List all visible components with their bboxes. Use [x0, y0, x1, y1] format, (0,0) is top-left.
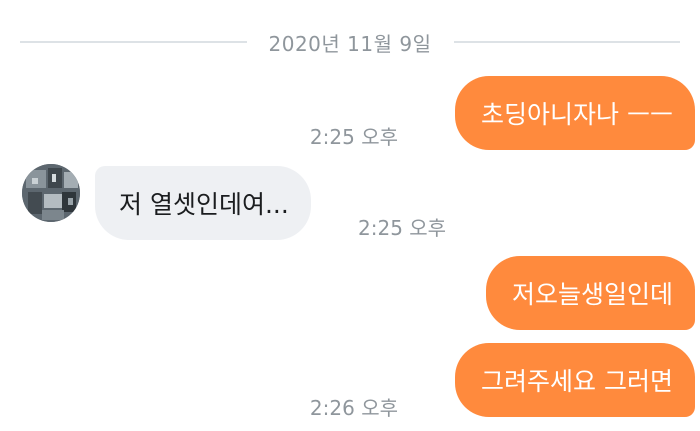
- message-timestamp: 2:26 오후: [309, 396, 398, 420]
- message-text: 그려주세요 그러면: [481, 367, 673, 396]
- outgoing-message-bubble[interactable]: 저오늘생일인데: [485, 256, 695, 330]
- avatar-photo-icon: [22, 164, 80, 222]
- message-text: 저 열셋인데여...: [119, 190, 289, 219]
- outgoing-message-bubble[interactable]: 초딩아니자나 ㅡㅡ: [455, 76, 695, 150]
- incoming-message-bubble[interactable]: 저 열셋인데여...: [95, 166, 311, 240]
- message-text: 초딩아니자나 ㅡㅡ: [481, 100, 673, 129]
- date-divider-label: 2020년 11월 9일: [268, 31, 432, 56]
- message-text: 저오늘생일인데: [511, 280, 673, 309]
- divider-line-right: [453, 41, 680, 43]
- message-timestamp: 2:25 오후: [309, 125, 398, 149]
- chat-screen: 2020년 11월 9일 초딩아니자나 ㅡㅡ 2:25 오후 저 열셋인데여..…: [0, 0, 700, 431]
- outgoing-message-bubble[interactable]: 그려주세요 그러면: [455, 343, 695, 417]
- divider-line-left: [20, 41, 247, 43]
- sender-avatar[interactable]: [22, 164, 80, 222]
- date-divider: 2020년 11월 9일: [20, 22, 680, 62]
- message-timestamp: 2:25 오후: [358, 216, 447, 240]
